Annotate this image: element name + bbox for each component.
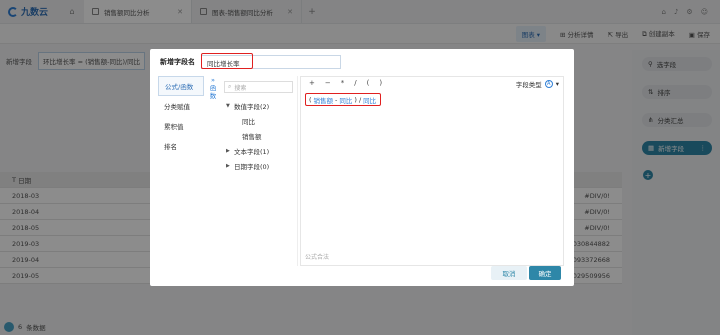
nav-formula[interactable]: 公式/函数: [158, 76, 204, 96]
formula-field-token[interactable]: 销售额: [314, 95, 334, 105]
formula-field-token[interactable]: 同比: [339, 95, 352, 105]
field-list-panel: ⌕ 搜索 ▼ 数值字段(2) 同比 销售额 ▶ 文本字段(1) ▶ 日期字段(0): [220, 76, 298, 266]
caret-right-icon: ▶: [226, 147, 230, 154]
field-search-input[interactable]: ⌕ 搜索: [224, 81, 293, 93]
formula-field-token[interactable]: 同比: [363, 95, 376, 105]
minus-operator[interactable]: −: [325, 79, 331, 87]
chevron-down-icon: ▾: [555, 80, 559, 88]
tree-field-yoy[interactable]: 同比: [220, 113, 297, 128]
search-placeholder: 搜索: [234, 84, 247, 92]
close-paren-operator[interactable]: ): [379, 79, 382, 87]
caret-down-icon: ▼: [226, 102, 230, 109]
tree-group-label: 日期字段(0): [234, 162, 270, 171]
tree-field-sales[interactable]: 销售额: [220, 128, 297, 143]
function-toggle[interactable]: » 函 数: [208, 76, 218, 100]
plus-operator[interactable]: +: [309, 79, 315, 87]
expand-icon: »: [211, 76, 215, 84]
nav-cumulative[interactable]: 累积值: [158, 116, 204, 136]
new-field-dialog: 新增字段名 同比增长率 公式/函数 分类赋值 累积值 排名 » 函 数 ⌕ 搜索…: [150, 49, 574, 286]
formula-token: (: [309, 95, 312, 104]
open-paren-operator[interactable]: (: [367, 79, 370, 87]
function-label: 函: [209, 84, 217, 92]
dialog-nav: 公式/函数 分类赋值 累积值 排名: [158, 76, 204, 156]
highlight-box: [201, 53, 253, 69]
divide-operator[interactable]: /: [354, 79, 356, 87]
tree-group-numeric[interactable]: ▼ 数值字段(2): [220, 98, 297, 113]
confirm-button[interactable]: 确定: [529, 266, 561, 280]
formula-editor[interactable]: + − * / ( ) 字段类型 A ▾ ( 销售额 - 同比 ) / 同比 公…: [300, 76, 564, 266]
function-label: 数: [209, 92, 217, 100]
caret-right-icon: ▶: [226, 162, 230, 169]
nav-category-assign[interactable]: 分类赋值: [158, 96, 204, 116]
nav-rank[interactable]: 排名: [158, 136, 204, 156]
formula-status: 公式合法: [305, 254, 330, 261]
dialog-title: 新增字段名: [160, 58, 195, 66]
type-icon: A: [544, 80, 553, 88]
formula-expression[interactable]: ( 销售额 - 同比 ) / 同比: [305, 93, 381, 106]
tree-group-text[interactable]: ▶ 文本字段(1): [220, 143, 297, 158]
field-type-selector[interactable]: 字段类型 A ▾: [516, 79, 559, 89]
multiply-operator[interactable]: *: [341, 79, 345, 87]
field-type-label: 字段类型: [515, 81, 542, 89]
formula-token: ): [354, 95, 357, 104]
operator-bar: + − * / ( ): [309, 79, 382, 87]
formula-token: -: [335, 95, 338, 104]
tree-group-label: 文本字段(1): [234, 147, 270, 156]
tree-group-date[interactable]: ▶ 日期字段(0): [220, 158, 297, 173]
formula-token: /: [358, 95, 362, 104]
search-icon: ⌕: [228, 83, 232, 90]
cancel-button[interactable]: 取消: [491, 266, 527, 280]
field-tree: ▼ 数值字段(2) 同比 销售额 ▶ 文本字段(1) ▶ 日期字段(0): [220, 98, 297, 173]
tree-group-label: 数值字段(2): [234, 102, 270, 111]
